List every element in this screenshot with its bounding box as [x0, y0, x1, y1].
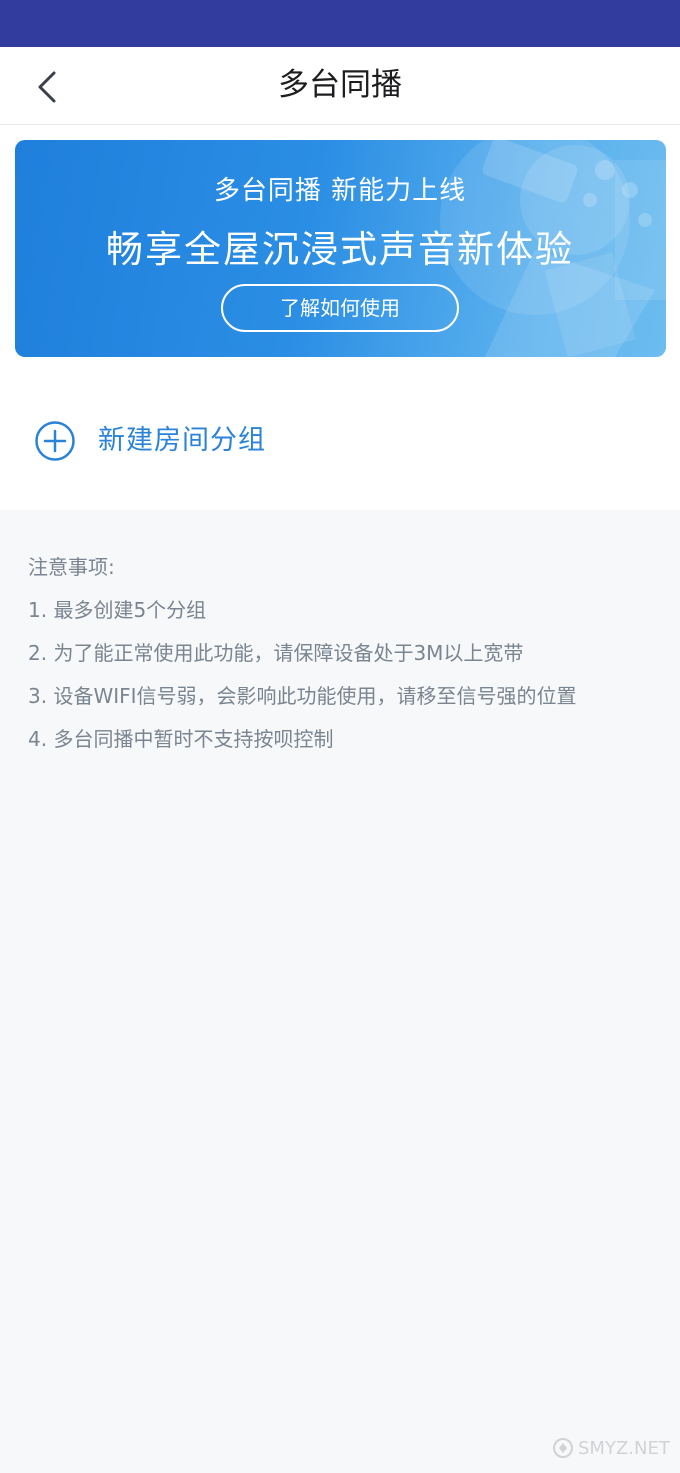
- add-room-group-row[interactable]: 新建房间分组: [0, 372, 680, 510]
- watermark-logo-icon: [553, 1438, 573, 1458]
- note-item: 3. 设备WIFI信号弱，会影响此功能使用，请移至信号强的位置: [28, 684, 577, 708]
- note-item: 1. 最多创建5个分组: [28, 598, 207, 622]
- learn-how-button[interactable]: 了解如何使用: [221, 284, 459, 332]
- banner-subtitle: 多台同播 新能力上线: [213, 176, 467, 206]
- plus-circle-icon: [35, 421, 75, 461]
- status-bar: [0, 0, 680, 47]
- nav-bar: 多台同播: [0, 47, 680, 125]
- note-item: 2. 为了能正常使用此功能，请保障设备处于3M以上宽带: [28, 641, 524, 665]
- page-title: 多台同播: [278, 67, 402, 103]
- note-item: 4. 多台同播中暂时不支持按呗控制: [28, 727, 334, 751]
- watermark: SMYZ.NET: [552, 1437, 670, 1459]
- notes-heading: 注意事项:: [28, 555, 115, 579]
- notes-section: 注意事项: 1. 最多创建5个分组 2. 为了能正常使用此功能，请保障设备处于3…: [28, 548, 658, 763]
- watermark-text: SMYZ.NET: [578, 1437, 670, 1459]
- banner-title: 畅享全屋沉浸式声音新体验: [106, 228, 574, 271]
- chevron-left-icon: [38, 71, 56, 103]
- back-button[interactable]: [24, 63, 72, 111]
- add-room-group-label: 新建房间分组: [98, 425, 266, 456]
